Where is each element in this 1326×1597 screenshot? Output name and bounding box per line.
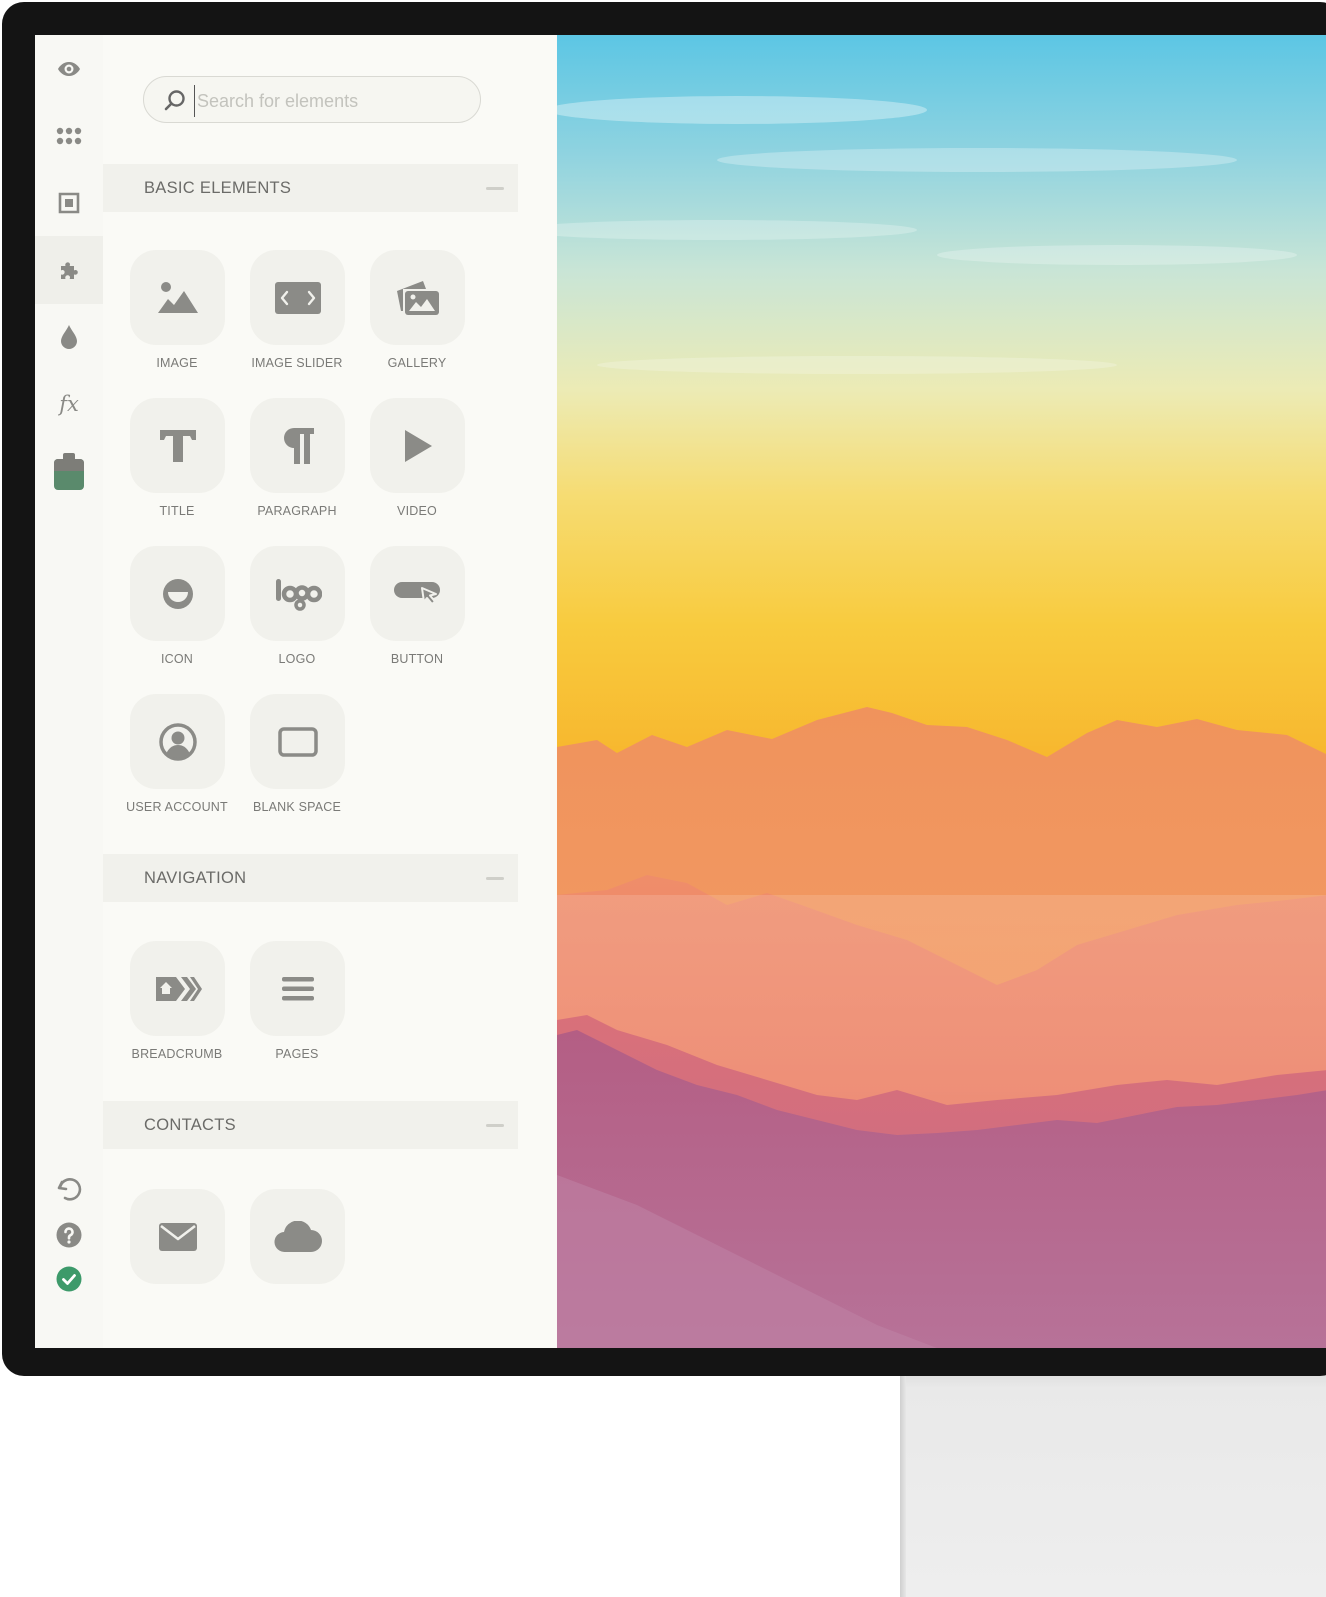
help-button[interactable]	[35, 1213, 103, 1257]
element-logo[interactable]: LOGO	[223, 546, 345, 686]
element-mail[interactable]	[103, 1189, 225, 1329]
gallery-icon	[396, 280, 439, 315]
element-pages-tile[interactable]	[250, 941, 345, 1036]
element-gallery[interactable]: GALLERY	[343, 250, 465, 390]
image-slider-icon	[274, 281, 321, 314]
collapse-icon[interactable]	[486, 877, 504, 880]
app-screen: fx Search for elements BASIC ELEMENTS IM…	[35, 35, 1326, 1348]
functions-button[interactable]: fx	[35, 370, 103, 438]
collapse-icon[interactable]	[486, 187, 504, 190]
preview-button[interactable]	[35, 35, 103, 103]
publish-button[interactable]	[35, 1257, 103, 1301]
element-blank-space-tile[interactable]	[250, 694, 345, 789]
element-image-slider[interactable]: IMAGE SLIDER	[223, 250, 345, 390]
monitor-stand	[900, 1370, 1326, 1597]
element-title-tile[interactable]	[130, 398, 225, 493]
check-circle-icon	[56, 1266, 82, 1292]
element-label: BUTTON	[390, 652, 444, 666]
section-contacts[interactable]: CONTACTS	[103, 1101, 518, 1149]
element-icon[interactable]: ICON	[103, 546, 225, 686]
frame-icon	[58, 192, 80, 214]
eye-icon	[58, 62, 80, 76]
elements-button[interactable]	[35, 236, 103, 304]
monitor-bezel: fx Search for elements BASIC ELEMENTS IM…	[2, 2, 1326, 1376]
search-icon	[164, 90, 185, 111]
button-icon	[393, 581, 440, 605]
title-icon	[159, 429, 196, 462]
element-video-tile[interactable]	[370, 398, 465, 493]
image-icon	[157, 281, 198, 313]
element-blank-space[interactable]: BLANK SPACE	[223, 694, 345, 834]
element-cloud[interactable]	[223, 1189, 345, 1329]
element-button-tile[interactable]	[370, 546, 465, 641]
paragraph-icon	[283, 427, 314, 464]
element-mail-tile[interactable]	[130, 1189, 225, 1284]
element-image-tile[interactable]	[130, 250, 225, 345]
mountain-landscape	[557, 96, 1326, 1348]
undo-button[interactable]	[35, 1165, 103, 1215]
element-video[interactable]: VIDEO	[343, 398, 465, 538]
element-breadcrumb-tile[interactable]	[130, 941, 225, 1036]
section-title: BASIC ELEMENTS	[144, 178, 292, 197]
store-button[interactable]	[35, 437, 103, 505]
layout-button[interactable]	[35, 169, 103, 237]
element-pages[interactable]: PAGES	[223, 941, 345, 1081]
elements-panel: BASIC ELEMENTS IMAGE	[103, 35, 556, 1348]
section-navigation[interactable]: NAVIGATION	[103, 854, 518, 902]
element-logo-tile[interactable]	[250, 546, 345, 641]
grid-dots-icon	[56, 127, 82, 145]
section-title: NAVIGATION	[144, 868, 247, 887]
undo-icon	[57, 1178, 82, 1201]
apps-button[interactable]	[35, 102, 103, 170]
element-cloud-tile[interactable]	[250, 1189, 345, 1284]
drop-icon	[61, 325, 77, 349]
smiley-icon	[162, 578, 193, 609]
element-gallery-tile[interactable]	[370, 250, 465, 345]
breadcrumb-icon	[155, 976, 202, 1001]
element-breadcrumb[interactable]: BREADCRUMB	[103, 941, 225, 1081]
element-label: PAGES	[275, 1047, 319, 1061]
help-icon	[56, 1222, 82, 1248]
fx-icon: fx	[59, 392, 79, 416]
section-basic-elements[interactable]: BASIC ELEMENTS	[103, 164, 518, 212]
theme-button[interactable]	[35, 303, 103, 371]
puzzle-icon	[61, 262, 78, 279]
user-account-icon	[158, 722, 197, 761]
video-icon	[404, 429, 432, 462]
element-label: BLANK SPACE	[252, 800, 342, 814]
element-paragraph[interactable]: PARAGRAPH	[223, 398, 345, 538]
element-image[interactable]: IMAGE	[103, 250, 225, 390]
element-icon-tile[interactable]	[130, 546, 225, 641]
element-label: GALLERY	[387, 356, 447, 370]
search-input[interactable]	[194, 85, 469, 117]
blank-space-icon	[277, 726, 318, 757]
cloud-icon	[274, 1220, 322, 1252]
element-label: VIDEO	[397, 504, 437, 518]
search-box[interactable]	[143, 76, 481, 123]
element-title[interactable]: TITLE	[103, 398, 225, 538]
section-title: CONTACTS	[144, 1115, 236, 1134]
pages-icon	[281, 976, 314, 1000]
element-user-account-tile[interactable]	[130, 694, 225, 789]
logo-icon	[275, 578, 322, 611]
element-user-account[interactable]: USER ACCOUNT	[103, 694, 228, 834]
mail-icon	[158, 1222, 197, 1251]
element-image-slider-tile[interactable]	[250, 250, 345, 345]
canvas-background-photo	[557, 35, 1326, 1348]
store-bag-icon	[54, 453, 84, 490]
tool-rail: fx	[35, 35, 104, 1348]
element-paragraph-tile[interactable]	[250, 398, 345, 493]
collapse-icon[interactable]	[486, 1124, 504, 1127]
element-button[interactable]: BUTTON	[343, 546, 465, 686]
